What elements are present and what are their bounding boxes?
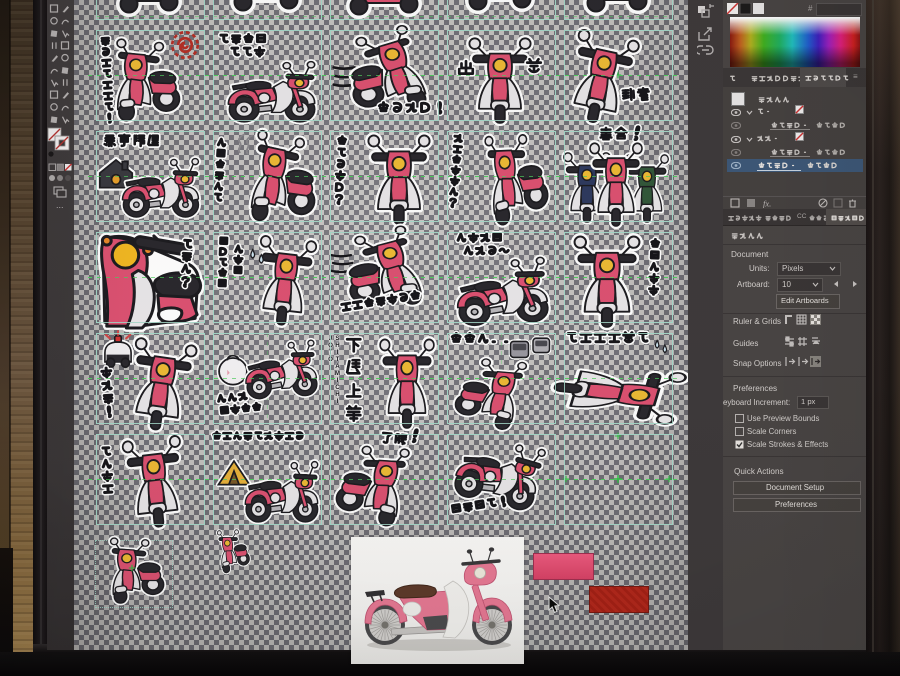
- svg-text:fx.: fx.: [763, 199, 771, 209]
- svg-text:...: ...: [56, 200, 64, 210]
